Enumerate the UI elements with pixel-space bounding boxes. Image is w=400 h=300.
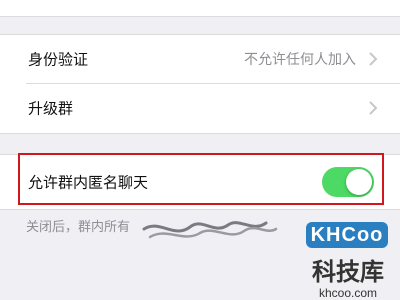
previous-settings-section (0, 0, 400, 17)
anonymous-chat-footnote: 关闭后，群内所有 (26, 220, 131, 235)
identity-verification-value: 不允许任何人加入 (244, 52, 356, 68)
identity-verification-label: 身份验证 (28, 50, 89, 69)
highlight-box (18, 153, 384, 205)
upgrade-group-label: 升级群 (28, 99, 74, 118)
watermark-url: khcoo.com (318, 286, 378, 300)
identity-verification-row[interactable]: 身份验证 不允许任何人加入 (0, 35, 400, 83)
upgrade-group-row[interactable]: 升级群 (0, 84, 400, 132)
chevron-right-icon (369, 101, 378, 115)
redaction-scribble (142, 221, 278, 239)
chevron-right-icon (369, 52, 378, 66)
site-watermark: KHCoo 科技库 khcoo.com (296, 218, 400, 300)
watermark-name: 科技库 (312, 258, 384, 286)
settings-group: 身份验证 不允许任何人加入 升级群 (0, 34, 400, 134)
watermark-logo: KHCoo (306, 222, 388, 248)
